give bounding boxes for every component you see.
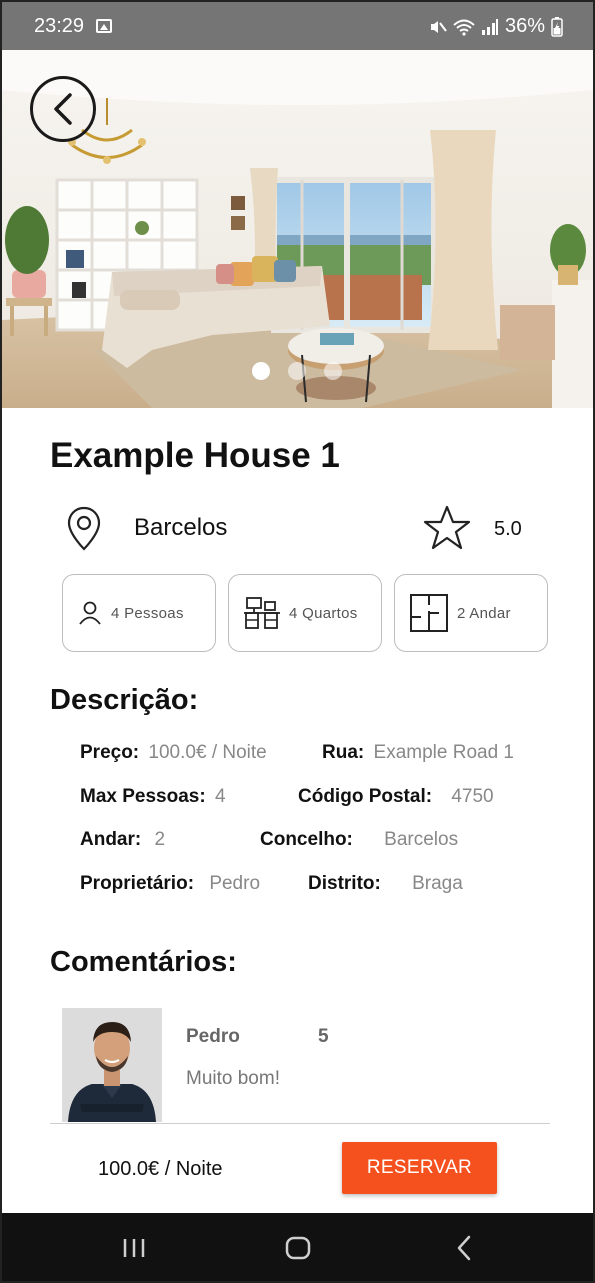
- home-icon: [285, 1236, 311, 1260]
- desk-icon: [244, 597, 280, 629]
- rating-value: 5.0: [494, 518, 522, 540]
- location-rating-row: Barcelos 5.0: [66, 502, 536, 554]
- description-heading: Descrição:: [50, 684, 199, 716]
- battery-percent: 36%: [504, 15, 545, 37]
- review-author: Pedro: [186, 1026, 240, 1047]
- desc-owner: Proprietário: Pedro: [80, 873, 260, 895]
- desc-postal-label: Código Postal:: [298, 786, 433, 807]
- home-button[interactable]: [278, 1233, 318, 1263]
- desc-floor-label: Andar:: [80, 829, 142, 850]
- review-text: Muito bom!: [186, 1068, 280, 1089]
- desc-street: Rua: Example Road 1: [322, 742, 514, 764]
- chevron-left-icon: [54, 93, 72, 125]
- back-button[interactable]: [30, 76, 96, 142]
- location-text: Barcelos: [134, 514, 228, 541]
- wifi-icon: [453, 19, 475, 36]
- feature-rooms: 4 Quartos: [228, 574, 382, 652]
- app-screen: 23:29 36% Example House 1 Barcelos 5.0 4…: [0, 0, 595, 1283]
- desc-price-label: Preço:: [80, 742, 140, 763]
- person-icon: [79, 601, 101, 625]
- desc-street-value: Example Road 1: [373, 742, 514, 763]
- desc-street-label: Rua:: [322, 742, 365, 763]
- recent-apps-icon: [123, 1239, 145, 1257]
- desc-county: Concelho: Barcelos: [260, 829, 458, 851]
- desc-county-value: Barcelos: [384, 829, 459, 850]
- footer-price: 100.0€ / Noite: [98, 1158, 223, 1180]
- desc-max-value: 4: [214, 786, 226, 807]
- feature-guests-label: 4 Pessoas: [111, 604, 184, 622]
- signal-icon: [481, 18, 498, 35]
- review-score: 5: [318, 1026, 329, 1047]
- avatar: [62, 1008, 162, 1122]
- desc-price: Preço: 100.0€ / Noite: [80, 742, 267, 764]
- status-bar: 23:29 36%: [2, 2, 593, 50]
- recent-apps-button[interactable]: [114, 1233, 154, 1263]
- desc-postal-value: 4750: [451, 786, 494, 807]
- desc-max-guests: Max Pessoas: 4: [80, 786, 226, 808]
- desc-floor-value: 2: [154, 829, 166, 850]
- divider: [50, 1123, 550, 1124]
- status-time: 23:29: [34, 15, 85, 37]
- desc-county-label: Concelho:: [260, 829, 353, 850]
- desc-max-label: Max Pessoas:: [80, 786, 206, 807]
- comments-heading: Comentários:: [50, 946, 237, 978]
- system-back-button[interactable]: [444, 1233, 484, 1263]
- desc-district-value: Braga: [412, 873, 463, 894]
- desc-owner-value: Pedro: [209, 873, 261, 894]
- star-icon: [423, 505, 471, 550]
- location-pin-icon: [67, 506, 101, 551]
- carousel-dot[interactable]: [324, 362, 342, 380]
- back-arrow-icon: [457, 1235, 471, 1261]
- mute-icon: [430, 20, 447, 33]
- desc-floor: Andar: 2: [80, 829, 165, 851]
- desc-owner-label: Proprietário:: [80, 873, 195, 894]
- feature-guests: 4 Pessoas: [62, 574, 216, 652]
- desc-district-label: Distrito:: [308, 873, 381, 894]
- battery-icon: [551, 16, 563, 37]
- carousel-dot[interactable]: [288, 362, 306, 380]
- desc-district: Distrito: Braga: [308, 873, 463, 895]
- image-icon: [96, 19, 112, 33]
- system-nav-bar: [2, 1213, 593, 1281]
- reserve-button[interactable]: RESERVAR: [342, 1142, 497, 1194]
- carousel-indicator: [252, 362, 342, 380]
- feature-floors: 2 Andar: [394, 574, 548, 652]
- feature-rooms-label: 4 Quartos: [289, 604, 358, 622]
- feature-floors-label: 2 Andar: [457, 604, 511, 622]
- carousel-dot[interactable]: [252, 362, 270, 380]
- listing-photo-carousel[interactable]: [2, 50, 593, 408]
- reviewer-photo: [62, 1008, 162, 1122]
- status-icons: 36%: [429, 15, 563, 38]
- floorplan-icon: [410, 594, 448, 632]
- desc-price-value: 100.0€ / Noite: [148, 742, 267, 763]
- desc-postal-code: Código Postal: 4750: [298, 786, 494, 808]
- listing-title: Example House 1: [50, 436, 340, 475]
